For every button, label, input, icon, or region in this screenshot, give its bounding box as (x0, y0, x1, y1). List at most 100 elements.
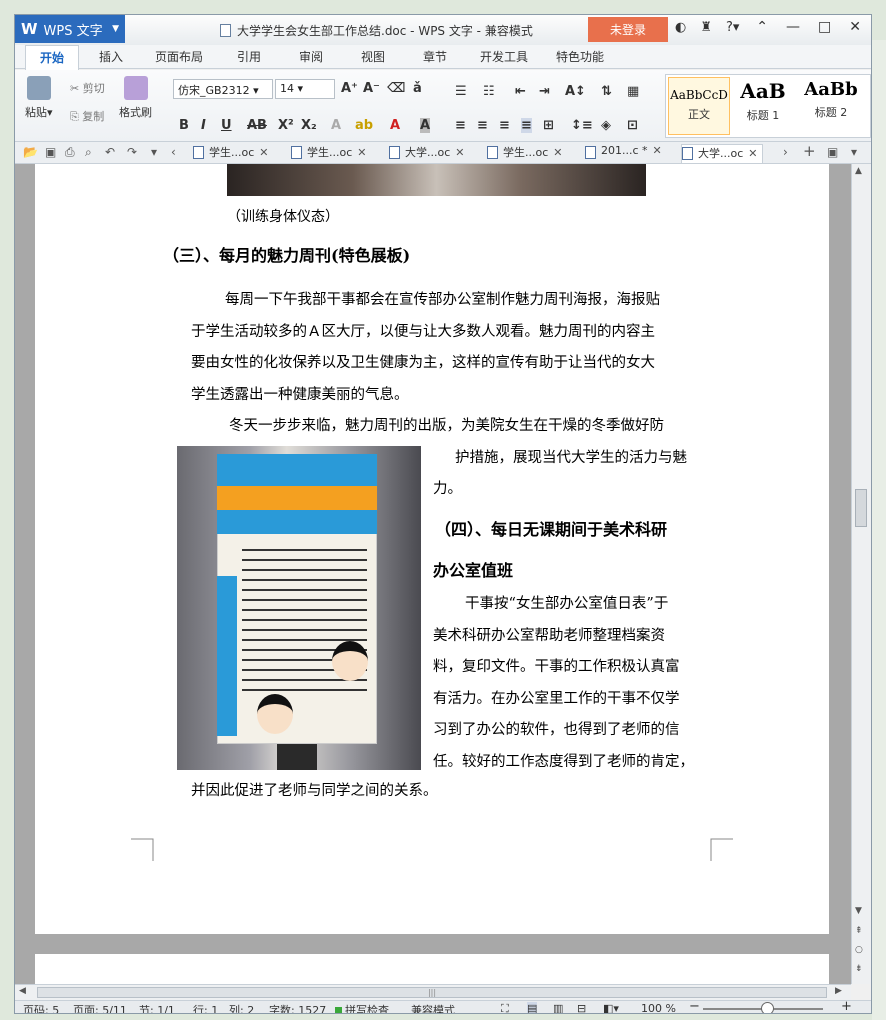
char-shading-icon[interactable]: A (420, 118, 431, 133)
tab-view[interactable]: 视图 (361, 48, 385, 65)
style-heading-2[interactable]: AaBb 标题 2 (796, 77, 866, 135)
font-size-select[interactable]: 14 ▾ (275, 79, 335, 99)
numbering-icon[interactable]: ☷ (483, 84, 495, 99)
tab-home[interactable]: 开始 (25, 45, 80, 70)
tab-special[interactable]: 特色功能 (556, 48, 604, 65)
status-spell-check[interactable]: 拼写检查 (335, 1002, 389, 1013)
close-icon[interactable]: ✕ (849, 19, 861, 35)
scroll-up-icon[interactable]: ▲ (855, 166, 862, 176)
strikethrough-icon[interactable]: AB (247, 118, 267, 133)
tab-references[interactable]: 引用 (237, 48, 261, 65)
text-effect-icon[interactable]: A (331, 118, 341, 133)
style-heading-1[interactable]: AaB 标题 1 (732, 77, 794, 135)
tab-chapter[interactable]: 章节 (423, 48, 447, 65)
underline-icon[interactable]: U (221, 118, 232, 133)
customize-toolbar-icon[interactable]: ▾ (151, 145, 157, 159)
prev-page-icon[interactable]: ⇞ (855, 926, 863, 936)
borders-icon[interactable]: ⊡ (627, 118, 638, 133)
highlight-icon[interactable]: ab (355, 118, 373, 133)
format-painter-button[interactable]: 格式刷 (119, 76, 152, 120)
document-page[interactable]: （训练身体仪态） （三）、每月的魅力周刊(特色展板) 每周一下午我部干事都会在宣… (35, 164, 829, 934)
doc-tab[interactable]: 大学...oc ✕ (389, 144, 465, 163)
skin-icon[interactable]: ♜ (700, 20, 712, 35)
tab-review[interactable]: 审阅 (299, 48, 323, 65)
status-word-count[interactable]: 字数: 1527 (269, 1002, 326, 1013)
doc-tab-active[interactable]: 大学...oc ✕ (681, 144, 763, 163)
scroll-tabs-left-icon[interactable]: ‹ (171, 145, 176, 159)
justify-icon[interactable]: ≡ (521, 118, 532, 133)
subscript-icon[interactable]: X₂ (301, 118, 317, 133)
save-icon[interactable]: ▣ (45, 145, 56, 159)
undo-icon[interactable]: ↶ (105, 145, 115, 159)
doc-tab[interactable]: 201...c * ✕ (585, 144, 662, 163)
help-icon[interactable]: ?▾ (726, 20, 739, 35)
tab-developer[interactable]: 开发工具 (480, 48, 528, 65)
increase-indent-icon[interactable]: ⇥ (539, 84, 550, 99)
close-tab-icon[interactable]: ✕ (553, 146, 562, 159)
shrink-font-icon[interactable]: A⁻ (363, 81, 380, 96)
phonetic-icon[interactable]: ǎ (413, 81, 422, 96)
collapse-ribbon-icon[interactable]: ⌃ (756, 19, 768, 35)
paste-button[interactable]: 粘贴▾ (25, 76, 53, 120)
close-tab-icon[interactable]: ✕ (259, 146, 268, 159)
zoom-out-icon[interactable]: − (689, 999, 700, 1013)
maximize-icon[interactable]: □ (818, 19, 831, 35)
new-tab-icon[interactable]: + (803, 142, 816, 160)
superscript-icon[interactable]: X² (278, 118, 294, 133)
doc-tab[interactable]: 学生...oc ✕ (291, 144, 367, 163)
style-normal[interactable]: AaBbCcD 正文 (668, 77, 730, 135)
scroll-tabs-right-icon[interactable]: › (783, 145, 788, 159)
sort-icon[interactable]: ⇅ (601, 84, 612, 99)
paragraph-shading-icon[interactable]: ◈ (601, 118, 611, 133)
tab-page-layout[interactable]: 页面布局 (155, 48, 203, 65)
next-page[interactable] (35, 954, 829, 984)
redo-icon[interactable]: ↷ (127, 145, 137, 159)
close-tab-icon[interactable]: ✕ (455, 146, 464, 159)
login-button[interactable]: 未登录 (588, 17, 668, 42)
italic-icon[interactable]: I (201, 118, 206, 133)
next-page-icon[interactable]: ⇟ (855, 964, 863, 974)
bullets-icon[interactable]: ☰ (455, 84, 467, 99)
close-tab-icon[interactable]: ✕ (653, 144, 662, 157)
text-direction-icon[interactable]: A↕ (565, 84, 586, 99)
zoom-slider-handle[interactable] (761, 1002, 774, 1013)
tab-list-icon[interactable]: ▣ (827, 145, 838, 159)
line-spacing-icon[interactable]: ↕≡ (571, 118, 593, 133)
bold-icon[interactable]: B (179, 118, 189, 133)
feedback-icon[interactable]: ◐ (675, 20, 686, 35)
print-preview-icon[interactable]: ⌕ (85, 145, 92, 160)
tab-options-icon[interactable]: ▾ (851, 145, 857, 159)
font-color-icon[interactable]: A (390, 118, 400, 133)
horizontal-scroll-thumb[interactable]: ||| (37, 987, 827, 998)
page-view-icon[interactable]: ▤ (527, 1002, 538, 1013)
wps-menu-button[interactable]: W WPS 文字 ▼ (15, 15, 125, 43)
web-view-icon[interactable]: ⊟ (577, 1002, 586, 1013)
scroll-down-icon[interactable]: ▼ (855, 906, 862, 916)
vertical-scroll-thumb[interactable] (855, 489, 867, 527)
table-icon[interactable]: ▦ (627, 84, 639, 99)
doc-tab[interactable]: 学生...oc ✕ (487, 144, 563, 163)
distribute-icon[interactable]: ⊞ (543, 118, 554, 133)
doc-tab[interactable]: 学生...oc ✕ (193, 144, 269, 163)
scroll-left-icon[interactable]: ◀ (19, 986, 26, 996)
font-name-select[interactable]: 仿宋_GB2312 ▾ (173, 79, 273, 99)
print-icon[interactable]: ⎙ (65, 145, 75, 160)
zoom-level[interactable]: 100 % (641, 1002, 676, 1013)
fullscreen-icon[interactable]: ⛶ (501, 1002, 509, 1013)
grow-font-icon[interactable]: A⁺ (341, 81, 358, 96)
clear-format-icon[interactable]: ⌫ (387, 81, 405, 96)
close-tab-icon[interactable]: ✕ (748, 147, 757, 160)
close-tab-icon[interactable]: ✕ (357, 146, 366, 159)
outline-view-icon[interactable]: ▥ (553, 1002, 563, 1013)
select-browse-icon[interactable]: ○ (855, 945, 863, 955)
zoom-in-icon[interactable]: + (841, 999, 852, 1013)
reading-view-icon[interactable]: ◧▾ (603, 1002, 619, 1013)
align-right-icon[interactable]: ≡ (499, 118, 510, 133)
open-icon[interactable]: 📂 (23, 145, 38, 159)
vertical-scrollbar[interactable]: ▲ ▼ ⇞ ○ ⇟ (851, 164, 871, 984)
cut-button[interactable]: ✂ 剪切 (70, 80, 105, 96)
decrease-indent-icon[interactable]: ⇤ (515, 84, 526, 99)
align-center-icon[interactable]: ≡ (477, 118, 488, 133)
copy-button[interactable]: ⎘ 复制 (70, 108, 104, 124)
tab-insert[interactable]: 插入 (99, 48, 123, 65)
